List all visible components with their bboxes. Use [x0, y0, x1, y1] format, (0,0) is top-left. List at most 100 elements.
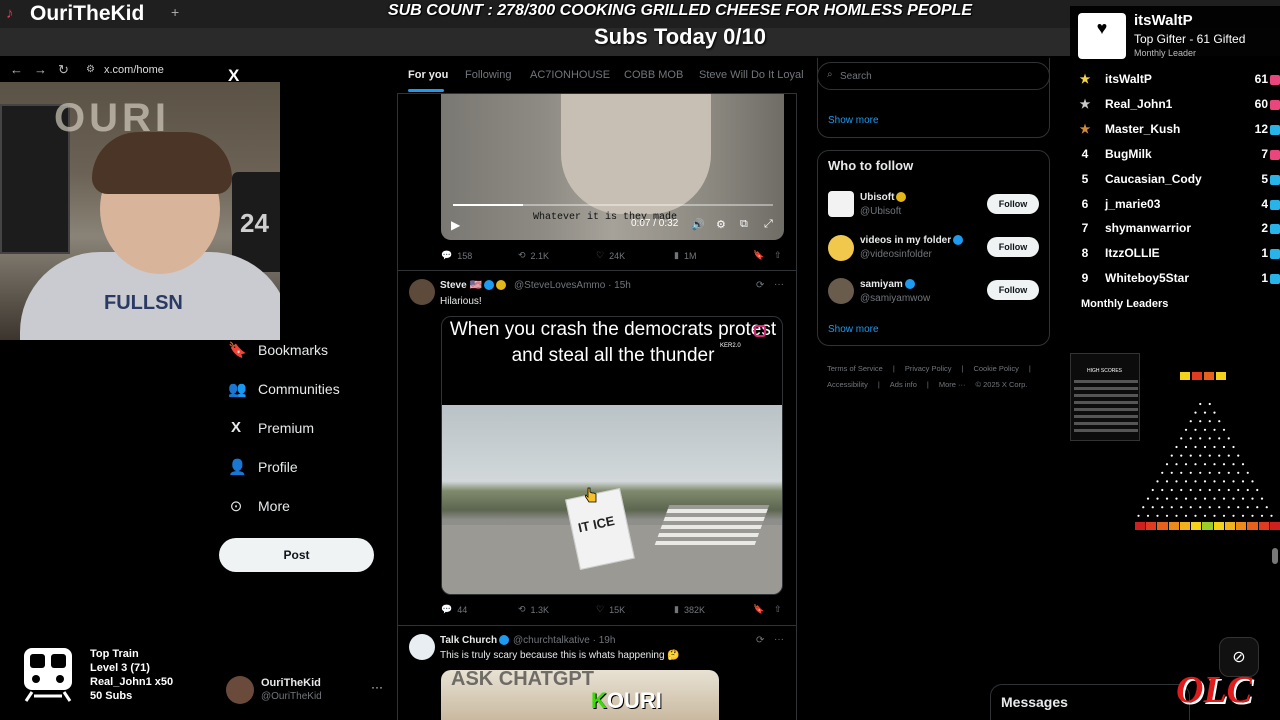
follow-button[interactable]: Follow — [987, 237, 1039, 257]
new-tab-button[interactable]: + — [171, 4, 179, 20]
plinko-peg — [1184, 497, 1188, 500]
top-train-info: Top Train Level 3 (71) Real_John1 x50 50… — [90, 647, 173, 703]
nav-item-bookmarks[interactable]: 🔖 Bookmarks — [228, 341, 328, 359]
plinko-bucket — [1269, 522, 1280, 530]
tweet-author[interactable]: Talk Church — [440, 635, 510, 646]
share-button[interactable]: ⇧ — [774, 250, 782, 261]
tweet-handle[interactable]: @SteveLovesAmmo · 15h — [514, 280, 631, 291]
share-button[interactable]: ⇧ — [774, 604, 782, 615]
views-icon: ▮ — [674, 604, 679, 614]
plinko-peg — [1260, 497, 1264, 500]
score-line — [1074, 387, 1138, 390]
plinko-bucket — [1135, 522, 1146, 530]
tab-following[interactable]: Following — [465, 69, 511, 81]
search-bar[interactable]: ⌕ Search — [817, 62, 1050, 90]
ubisoft-avatar[interactable] — [828, 191, 854, 217]
follow-suggestion-handle[interactable]: @samiyamwow — [860, 293, 930, 304]
plinko-peg — [1203, 514, 1207, 517]
browser-tab-title[interactable]: OuriTheKid — [30, 2, 144, 26]
account-handle[interactable]: @OuriTheKid — [261, 691, 322, 702]
grok-icon[interactable]: ⟳ — [756, 635, 764, 646]
nav-item-premium[interactable]: X Premium — [228, 419, 314, 436]
tab-for-you[interactable]: For you — [408, 69, 448, 81]
repost-button[interactable]: ⟲ 1.3K — [518, 604, 549, 615]
search-icon: ⌕ — [827, 69, 833, 80]
tweet-media[interactable]: ASK CHATGPT KOURI — [441, 670, 719, 720]
grok-icon[interactable]: ⟳ — [756, 280, 764, 291]
plinko-peg — [1203, 445, 1207, 449]
search-input[interactable]: Search — [840, 71, 872, 82]
leaderboard-count: 5 — [1261, 171, 1268, 186]
tweet-media[interactable]: When you crash the democrats protest and… — [441, 316, 783, 595]
video-time: 0:07 / 0:32 — [631, 218, 679, 229]
like-button[interactable]: ♡ 24K — [596, 250, 625, 261]
volume-icon[interactable]: 🔊 — [691, 218, 705, 231]
nav-item-more[interactable]: ⊙ More — [228, 497, 290, 515]
footer-link[interactable]: More ··· — [939, 380, 966, 389]
tweet-more-icon[interactable]: ··· — [774, 279, 784, 290]
like-button[interactable]: ♡ 15K — [596, 604, 625, 615]
views-button[interactable]: ▮ 382K — [674, 604, 705, 615]
bookmark-button[interactable]: 🔖 — [753, 604, 764, 615]
scrollbar-thumb[interactable] — [1272, 548, 1278, 564]
play-icon[interactable]: ▶ — [451, 218, 460, 232]
video-player[interactable]: ▶ Whatever it is they made 0:07 / 0:32 🔊… — [441, 94, 784, 240]
tweet-divider — [397, 270, 797, 271]
url-text[interactable]: x.com/home — [104, 64, 164, 76]
plinko-bucket — [1168, 522, 1179, 530]
follow-suggestion-handle[interactable]: @videosinfolder — [860, 249, 932, 260]
views-button[interactable]: ▮ 1M — [674, 250, 696, 261]
pip-icon[interactable]: ⧉ — [740, 218, 748, 231]
show-more-link[interactable]: Show more — [828, 115, 879, 126]
videos-in-my-folder-avatar[interactable] — [828, 235, 854, 261]
nav-item-communities[interactable]: 👥 Communities — [228, 380, 340, 398]
plinko-peg — [1237, 454, 1240, 457]
views-count: 1M — [683, 250, 697, 261]
follow-button[interactable]: Follow — [987, 280, 1039, 300]
bookmark-icon: 🔖 — [753, 250, 765, 260]
follow-button[interactable]: Follow — [987, 194, 1039, 214]
follow-suggestion-name[interactable]: Ubisoft — [860, 192, 907, 203]
subs-today-counter: Subs Today 0/10 — [594, 24, 766, 49]
tweet-author[interactable]: Steve 🇺🇸 — [440, 280, 506, 291]
messages-drawer[interactable]: Messages — [990, 684, 1190, 720]
fullscreen-icon[interactable]: ⤢ — [764, 218, 773, 231]
x-logo-icon[interactable]: X — [228, 66, 239, 86]
show-more-link[interactable]: Show more — [828, 324, 879, 335]
tweet-more-icon[interactable]: ··· — [774, 634, 784, 645]
account-name[interactable]: OuriTheKid — [261, 677, 321, 689]
reload-icon[interactable]: ↻ — [58, 62, 69, 78]
plinko-peg — [1161, 471, 1164, 474]
plinko-peg — [1218, 506, 1221, 509]
tweet-handle[interactable]: @churchtalkative · 19h — [513, 635, 615, 646]
footer-link[interactable]: Accessibility — [827, 380, 868, 389]
nav-item-profile[interactable]: 👤 Profile — [228, 458, 298, 476]
samiyam-avatar[interactable] — [828, 278, 854, 304]
tweet-avatar[interactable] — [409, 634, 435, 660]
tab-ac7ionhouse[interactable]: AC7IONHOUSE — [530, 69, 610, 81]
footer-link[interactable]: Terms of Service — [827, 364, 883, 373]
tab-cobb-mob[interactable]: COBB MOB — [624, 69, 683, 81]
follow-suggestion-handle[interactable]: @Ubisoft — [860, 206, 901, 217]
repost-button[interactable]: ⟲ 2.1K — [518, 250, 549, 261]
footer-link[interactable]: Cookie Policy — [973, 364, 1018, 373]
footer-link[interactable]: Ads info — [890, 380, 917, 389]
score-line — [1074, 401, 1138, 404]
footer-link[interactable]: Privacy Policy — [905, 364, 952, 373]
tweet-avatar[interactable] — [409, 279, 435, 305]
follow-suggestion-name[interactable]: samiyam — [860, 279, 915, 290]
video-progress-bar[interactable] — [453, 204, 773, 206]
account-more-button[interactable]: ··· — [371, 680, 383, 694]
reply-button[interactable]: 💬 158 — [441, 250, 472, 261]
follow-suggestion-name[interactable]: videos in my folder — [860, 235, 964, 246]
post-button[interactable]: Post — [219, 538, 374, 572]
tab-steve-will-do-it-loyal[interactable]: Steve Will Do It Loyal — [699, 69, 804, 81]
settings-icon[interactable]: ⚙ — [716, 218, 726, 231]
bookmark-button[interactable]: 🔖 — [753, 250, 764, 261]
bookmark-icon: 🔖 — [753, 604, 765, 614]
site-info-icon[interactable]: ⚙ — [86, 64, 95, 75]
forward-arrow-icon[interactable]: → — [34, 62, 47, 77]
reply-button[interactable]: 💬 44 — [441, 604, 467, 615]
back-arrow-icon[interactable]: ← — [10, 62, 23, 77]
account-avatar[interactable] — [226, 676, 254, 704]
